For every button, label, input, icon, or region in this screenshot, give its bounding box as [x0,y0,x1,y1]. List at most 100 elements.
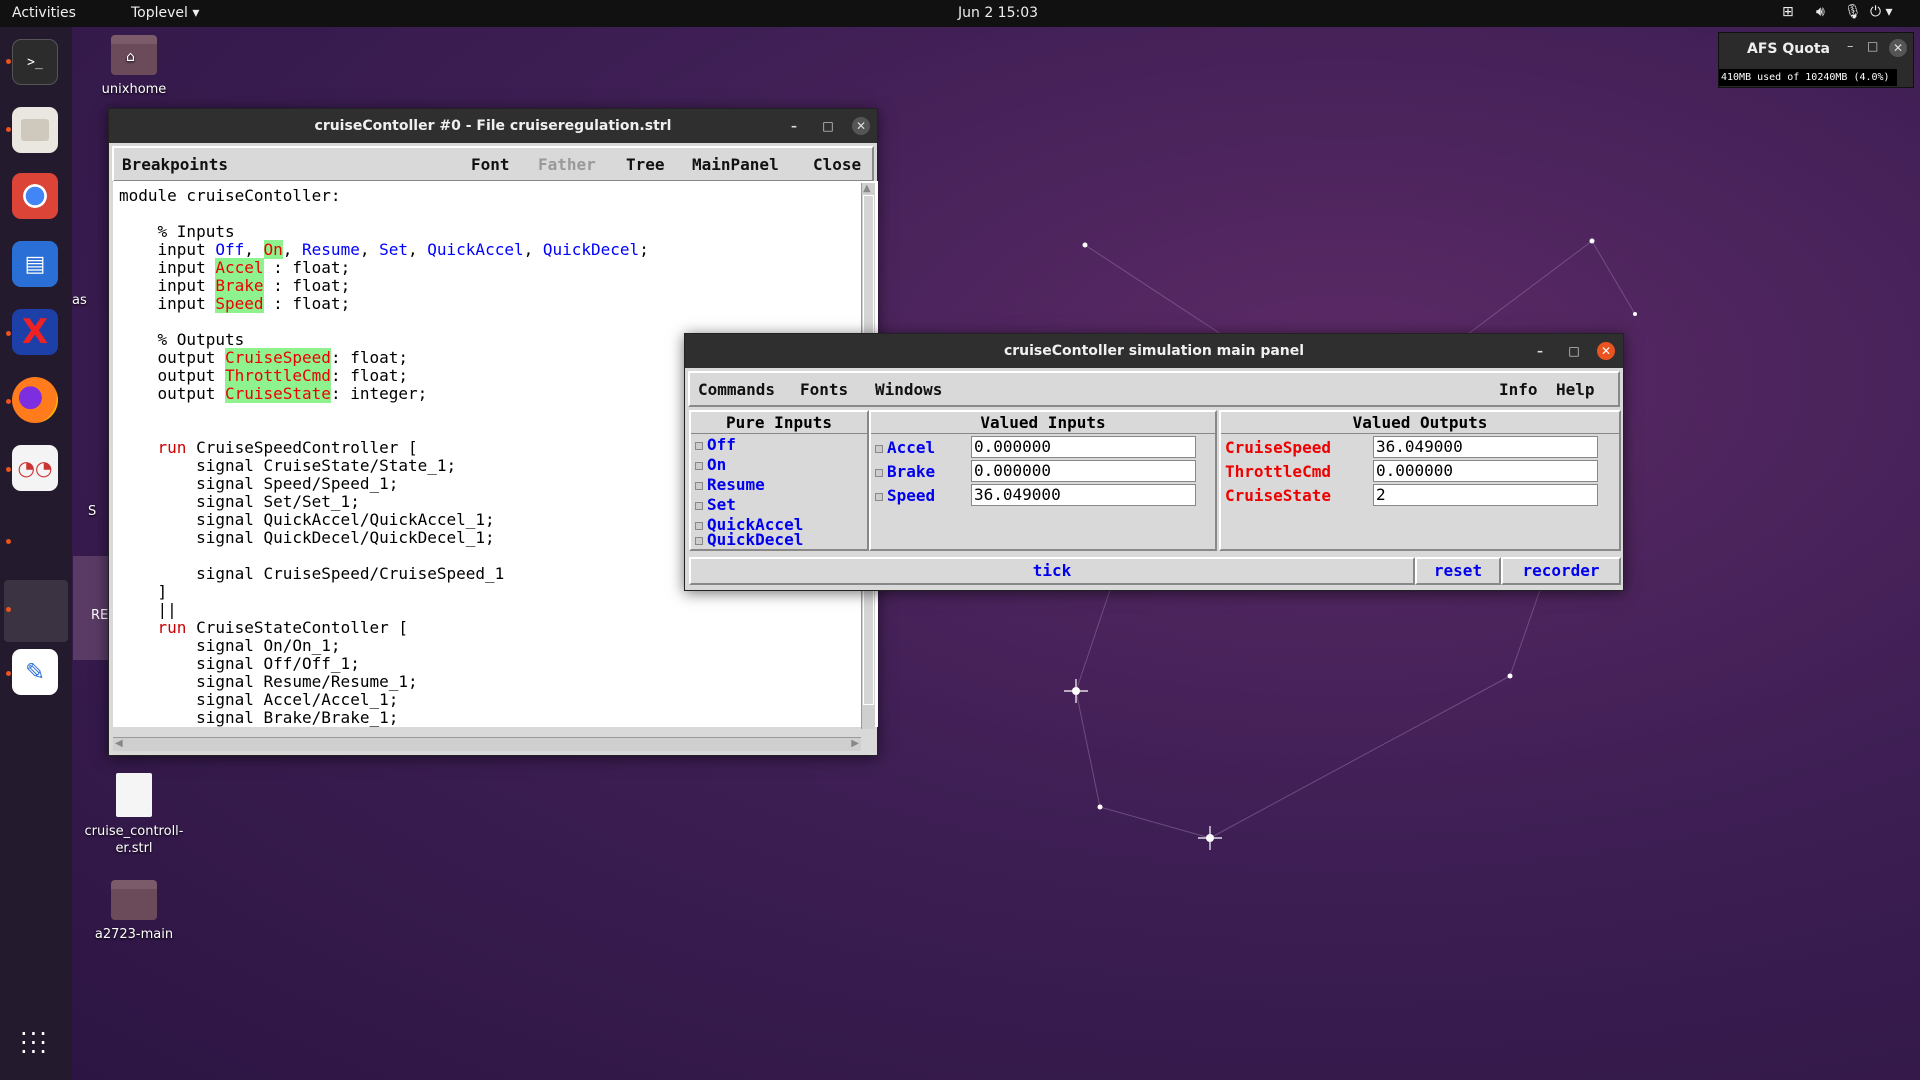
pure-input-off[interactable]: Off [695,435,736,454]
volume-icon[interactable]: 🔊︎ [1816,4,1825,20]
simulation-panel-window: cruiseContoller simulation main panel – … [684,333,1624,591]
terminal-icon[interactable]: >_ [12,39,58,85]
panel-menubar: Commands Fonts Windows Info Help [688,371,1620,407]
pure-input-resume[interactable]: Resume [695,475,765,494]
signal-checkbox[interactable] [875,444,883,453]
x-window-icon[interactable]: X [12,309,58,355]
scroll-right-icon[interactable]: ▶ [851,738,859,749]
activities-button[interactable]: Activities [12,5,76,21]
minimize-icon[interactable]: – [1847,39,1854,54]
app-menu[interactable]: Toplevel ▾ [131,5,199,21]
desktop-item-cruise-file[interactable]: cruise_controll-er.strl [79,773,189,857]
signal-checkbox[interactable] [695,481,703,490]
dock: >_ ▤ X ◔◔ ✎ ··· ··· ··· [0,27,72,1080]
menu-windows[interactable]: Windows [875,380,942,399]
horizontal-scrollbar[interactable]: ◀ ▶ [113,737,861,751]
source-window-titlebar[interactable]: cruiseContoller #0 - File cruiseregulati… [109,109,877,143]
valued-input-accel[interactable]: Accel [875,438,935,457]
signal-label: Accel [887,438,936,457]
close-icon[interactable]: ✕ [1597,342,1615,360]
panel-titlebar[interactable]: cruiseContoller simulation main panel – … [685,334,1623,368]
chrome-icon[interactable] [12,173,58,219]
menu-info[interactable]: Info [1499,380,1538,399]
show-apps-icon[interactable]: ··· ··· ··· [20,1022,49,1064]
menu-commands[interactable]: Commands [698,380,775,399]
brake-value-field[interactable]: 0.000000 [971,460,1196,482]
menu-fonts[interactable]: Fonts [800,380,848,399]
afs-quota-window: AFS Quota – □ ✕ 410MB used of 10240MB (4… [1718,32,1914,88]
power-icon[interactable]: ⏻ ▾ [1870,4,1893,20]
pure-input-quickdecel[interactable]: QuickDecel [695,530,803,549]
signal-checkbox[interactable] [695,461,703,470]
tick-button[interactable]: tick [689,557,1415,585]
signal-label: On [707,455,727,474]
top-bar: Activities Toplevel ▾ Jun 2 15:03 ⊞ 🔊︎ 🎙… [0,0,1920,27]
running-indicator [6,539,11,544]
speed-value-field[interactable]: 36.049000 [971,484,1196,506]
network-icon[interactable]: ⊞ [1782,4,1794,20]
microphone-icon[interactable]: 🎙︎ [1844,4,1862,20]
accel-value-field[interactable]: 0.000000 [971,436,1196,458]
valued-inputs-panel: Valued Inputs Accel 0.000000 Brake 0.000… [869,410,1217,551]
active-app-slot[interactable] [4,580,68,642]
reset-button[interactable]: reset [1415,557,1501,585]
signal-checkbox[interactable] [875,468,883,477]
files-icon[interactable] [12,107,58,153]
desktop-item-label: a2723-main [94,927,174,942]
signal-label: Resume [707,475,765,494]
throttlecmd-value-field: 0.000000 [1373,460,1598,482]
recorder-button[interactable]: recorder [1501,557,1621,585]
pure-inputs-header: Pure Inputs [691,412,867,434]
firefox-icon[interactable] [12,377,58,423]
valued-output-throttlecmd: ThrottleCmd [1225,462,1331,481]
afs-title: AFS Quota [1747,41,1830,57]
folder-glyph [21,119,49,141]
scroll-left-icon[interactable]: ◀ [115,738,123,749]
menu-tree[interactable]: Tree [626,155,665,174]
signal-label: Speed [887,486,936,505]
signal-checkbox[interactable] [695,521,703,530]
signal-checkbox[interactable] [695,501,703,510]
app-menu-label: Toplevel [131,5,188,21]
document-viewer-icon[interactable]: ◔◔ [12,445,58,491]
running-indicator [6,399,11,404]
signal-label: Off [707,435,736,454]
scroll-up-icon[interactable]: ▲ [863,183,871,194]
minimize-icon[interactable]: – [785,117,803,135]
signal-checkbox[interactable] [695,536,703,545]
text-editor-icon[interactable]: ✎ [12,649,58,695]
signal-label: QuickDecel [707,530,804,549]
desktop-partial-label: RE [91,608,109,623]
pure-input-set[interactable]: Set [695,495,736,514]
writer-icon[interactable]: ▤ [12,241,58,287]
pure-input-on[interactable]: On [695,455,726,474]
selected-desktop-item[interactable]: RE [73,556,111,660]
clock[interactable]: Jun 2 15:03 [958,5,1038,21]
menu-help[interactable]: Help [1556,380,1595,399]
minimize-icon[interactable]: – [1531,342,1549,360]
desktop-item-a2723-main[interactable]: a2723-main [79,880,189,943]
signal-checkbox[interactable] [875,492,883,501]
desktop-item-label: cruise_controll-er.strl [84,824,184,856]
valued-input-speed[interactable]: Speed [875,486,935,505]
valued-input-brake[interactable]: Brake [875,462,935,481]
maximize-icon[interactable]: □ [819,117,837,135]
signal-checkbox[interactable] [695,441,703,450]
menu-close[interactable]: Close [813,155,861,174]
desktop-item-unixhome[interactable]: ⌂ unixhome [79,35,189,98]
running-indicator [6,467,11,472]
menu-font[interactable]: Font [471,155,510,174]
signal-label: Brake [887,462,936,481]
maximize-icon[interactable]: □ [1867,39,1878,53]
cruisespeed-value-field: 36.049000 [1373,436,1598,458]
menu-mainpanel[interactable]: MainPanel [692,155,779,174]
menu-father: Father [538,155,596,174]
close-icon[interactable]: ✕ [1889,39,1907,57]
valued-output-cruisespeed: CruiseSpeed [1225,438,1331,457]
menu-breakpoints[interactable]: Breakpoints [122,155,228,174]
running-indicator [6,607,11,612]
maximize-icon[interactable]: □ [1565,342,1583,360]
close-icon[interactable]: ✕ [852,117,870,135]
desktop-partial-label: as [72,293,87,308]
source-menubar: Breakpoints Font Father Tree MainPanel C… [112,146,874,182]
